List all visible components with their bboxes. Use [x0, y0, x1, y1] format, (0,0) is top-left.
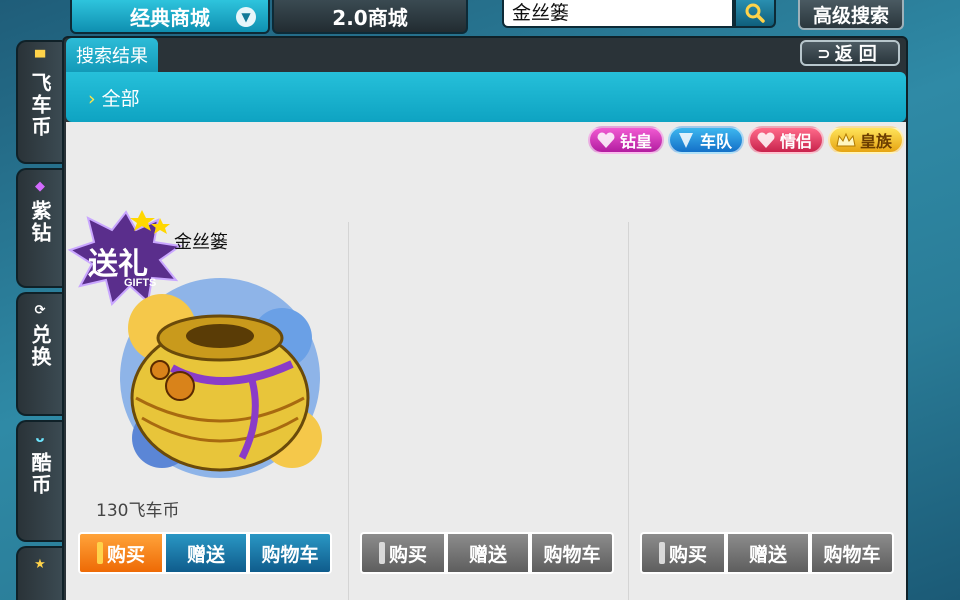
sidebar-item-label: 紫钻 — [28, 200, 52, 244]
product-card: 购买 赠送 购物车 — [628, 172, 908, 600]
badge-diamond-king[interactable]: 钻皇 — [587, 126, 664, 154]
buy-button[interactable]: 购买 — [360, 532, 446, 574]
badge-royal[interactable]: 皇族 — [827, 126, 904, 154]
product-card: 送礼 GIFTS 金丝篓 130飞车币 购买 赠送 购物车 — [66, 172, 346, 600]
badge-label: 车队 — [699, 132, 732, 151]
product-actions: 购买 赠送 购物车 — [640, 532, 894, 576]
product-card: 购买 赠送 购物车 — [348, 172, 628, 600]
exclamation-icon — [96, 542, 103, 564]
category-all[interactable]: › 全部 — [88, 84, 140, 111]
team-shield-icon — [678, 133, 693, 148]
sidebar-item-label: 兑换 — [28, 324, 52, 368]
buy-button-label: 购买 — [388, 543, 427, 566]
product-name: 金丝篓 — [174, 232, 228, 253]
sidebar-item-label: 飞车币 — [28, 72, 52, 138]
product-actions: 购买 赠送 购物车 — [360, 532, 614, 576]
chevron-right-icon: › — [88, 88, 96, 110]
add-to-cart-button[interactable]: 购物车 — [810, 532, 894, 574]
gift-button[interactable]: 赠送 — [726, 532, 810, 574]
tab-store-v2-label: 2.0商城 — [332, 5, 408, 30]
back-button-label: 返回 — [834, 44, 883, 65]
tab-search-results[interactable]: 搜索结果 — [66, 38, 158, 72]
buy-button-label: 购买 — [106, 543, 145, 566]
tab-store-v2[interactable]: 2.0商城 — [272, 0, 468, 34]
tshirt-icon: ▀ — [35, 51, 45, 66]
basket-image[interactable] — [102, 268, 338, 488]
crown-icon — [836, 132, 856, 147]
exclamation-icon — [658, 542, 665, 564]
heart-crown-icon — [597, 132, 615, 148]
store-panel: 搜索结果 ⊃ 返回 › 全部 钻皇 车队 情侣 皇族 送礼 GIFTS 金丝篓 … — [62, 36, 908, 600]
buy-button-label: 购买 — [668, 543, 707, 566]
badge-label: 皇族 — [859, 132, 892, 151]
sidebar-item-cool-coins[interactable]: ᴗ 酷币 — [16, 420, 62, 542]
advanced-search-button[interactable]: 高级搜索 — [798, 0, 904, 30]
add-to-cart-button[interactable]: 购物车 — [248, 532, 332, 574]
chevron-down-icon[interactable]: ▼ — [236, 7, 256, 27]
badge-couple[interactable]: 情侣 — [747, 126, 824, 154]
category-all-label: 全部 — [101, 88, 140, 110]
add-to-cart-button[interactable]: 购物车 — [530, 532, 614, 574]
buy-button[interactable]: 购买 — [78, 532, 164, 574]
back-button[interactable]: ⊃ 返回 — [800, 40, 900, 66]
exclamation-icon — [378, 542, 385, 564]
sidebar-item-more[interactable]: ★ — [16, 546, 62, 600]
refresh-icon: ⟳ — [34, 303, 46, 318]
sidebar-item-coins[interactable]: ▀ 飞车币 — [16, 40, 62, 164]
tab-classic-store-label: 经典商城 — [130, 5, 210, 30]
category-bar: › 全部 — [66, 72, 906, 122]
back-arrow-icon: ⊃ — [817, 43, 831, 63]
sidebar-item-label: 酷币 — [28, 452, 52, 496]
gift-button[interactable]: 赠送 — [164, 532, 248, 574]
star-icon: ★ — [34, 557, 46, 572]
gift-button[interactable]: 赠送 — [446, 532, 530, 574]
tab-classic-store[interactable]: 经典商城 ▼ — [70, 0, 270, 34]
sidebar-item-purple-diamond[interactable]: ◆ 紫钻 — [16, 168, 62, 288]
heart-icon — [757, 132, 775, 148]
search-input[interactable]: 金丝篓 — [502, 0, 734, 28]
search-button[interactable] — [734, 0, 776, 28]
search-icon — [745, 3, 765, 23]
filter-badges: 钻皇 车队 情侣 皇族 — [587, 126, 904, 154]
buy-button[interactable]: 购买 — [640, 532, 726, 574]
results-grid: 钻皇 车队 情侣 皇族 送礼 GIFTS 金丝篓 130飞车币 购买 赠送 购物… — [66, 122, 906, 600]
sidebar-item-exchange[interactable]: ⟳ 兑换 — [16, 292, 62, 416]
badge-label: 情侣 — [779, 132, 812, 151]
mascot-icon: ᴗ — [35, 431, 45, 446]
panel-header: 搜索结果 ⊃ 返回 — [64, 38, 906, 72]
badge-label: 钻皇 — [619, 132, 652, 151]
gem-icon: ◆ — [35, 179, 45, 194]
badge-team[interactable]: 车队 — [667, 126, 744, 154]
product-actions: 购买 赠送 购物车 — [78, 532, 332, 576]
product-price: 130飞车币 — [96, 501, 180, 521]
